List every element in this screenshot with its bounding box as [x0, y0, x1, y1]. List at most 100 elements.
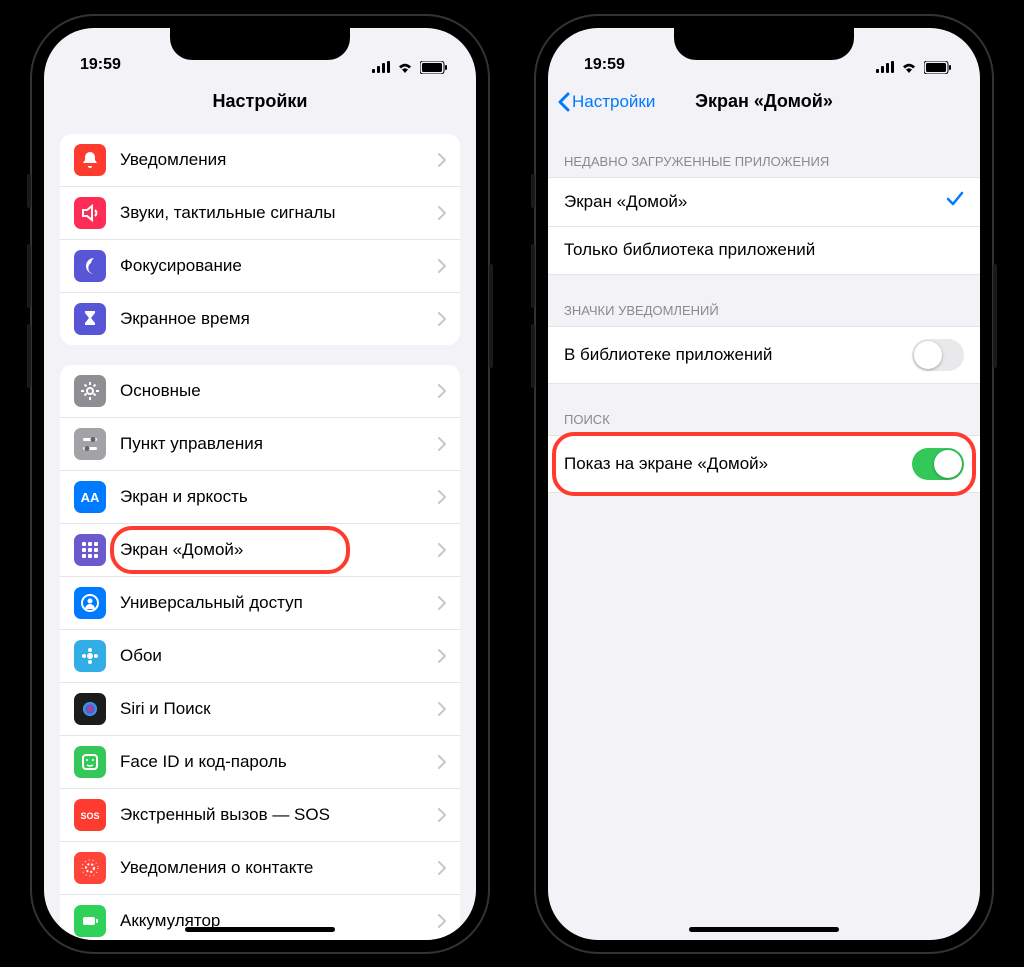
exposure-icon [74, 852, 106, 884]
row-faceid[interactable]: Face ID и код-пароль [60, 735, 460, 788]
section-header: ЗНАЧКИ УВЕДОМЛЕНИЙ [548, 275, 980, 326]
row-focus[interactable]: Фокусирование [60, 239, 460, 292]
chevron-right-icon [438, 755, 446, 769]
notch [170, 28, 350, 60]
row-label: Пункт управления [120, 434, 438, 454]
section-group: Показ на экране «Домой» [548, 435, 980, 493]
nav-bar: Настройки [44, 78, 476, 126]
home-indicator[interactable] [185, 927, 335, 932]
chevron-right-icon [438, 596, 446, 610]
back-button[interactable]: Настройки [558, 92, 655, 112]
row-label: Звуки, тактильные сигналы [120, 203, 438, 223]
chevron-right-icon [438, 259, 446, 273]
row-label: Экстренный вызов — SOS [120, 805, 438, 825]
chevron-right-icon [438, 437, 446, 451]
sos-icon: SOS [74, 799, 106, 831]
wallpaper-icon [74, 640, 106, 672]
chevron-right-icon [438, 490, 446, 504]
wifi-icon [396, 61, 414, 73]
row-accessibility[interactable]: Универсальный доступ [60, 576, 460, 629]
page-title: Экран «Домой» [695, 91, 833, 112]
battery-icon [924, 61, 952, 74]
chevron-right-icon [438, 206, 446, 220]
wifi-icon [900, 61, 918, 73]
row-general[interactable]: Основные [60, 365, 460, 417]
row-sounds[interactable]: Звуки, тактильные сигналы [60, 186, 460, 239]
row-label: Face ID и код-пароль [120, 752, 438, 772]
row-exposure[interactable]: Уведомления о контакте [60, 841, 460, 894]
homescreen-icon [74, 534, 106, 566]
row-search-home[interactable]: Показ на экране «Домой» [548, 436, 980, 492]
faceid-icon [74, 746, 106, 778]
control-icon [74, 428, 106, 460]
row-label: Только библиотека приложений [564, 240, 964, 260]
row-homescreen[interactable]: Экран «Домой» [60, 523, 460, 576]
row-opt-lib[interactable]: Только библиотека приложений [548, 226, 980, 274]
focus-icon [74, 250, 106, 282]
row-label: Уведомления [120, 150, 438, 170]
section-group: Экран «Домой» Только библиотека приложени… [548, 177, 980, 275]
settings-group: Основные Пункт управления AA Экран и яркост… [60, 365, 460, 940]
battery-icon [74, 905, 106, 937]
row-wallpaper[interactable]: Обои [60, 629, 460, 682]
cellular-icon [372, 61, 390, 73]
accessibility-icon [74, 587, 106, 619]
cellular-icon [876, 61, 894, 73]
section-group: В библиотеке приложений [548, 326, 980, 384]
notch [674, 28, 854, 60]
home-indicator[interactable] [689, 927, 839, 932]
row-opt-home[interactable]: Экран «Домой» [548, 178, 980, 226]
row-label: Обои [120, 646, 438, 666]
chevron-right-icon [438, 702, 446, 716]
sounds-icon [74, 197, 106, 229]
row-label: Универсальный доступ [120, 593, 438, 613]
section-header: ПОИСК [548, 384, 980, 435]
chevron-right-icon [438, 543, 446, 557]
chevron-right-icon [438, 649, 446, 663]
row-label: Показ на экране «Домой» [564, 454, 912, 474]
toggle-badges-lib[interactable] [912, 339, 964, 371]
status-time: 19:59 [80, 56, 121, 74]
row-label: Siri и Поиск [120, 699, 438, 719]
row-label: Уведомления о контакте [120, 858, 438, 878]
section-header: НЕДАВНО ЗАГРУЖЕННЫЕ ПРИЛОЖЕНИЯ [548, 126, 980, 177]
row-label: Экран и яркость [120, 487, 438, 507]
chevron-right-icon [438, 861, 446, 875]
general-icon [74, 375, 106, 407]
row-control[interactable]: Пункт управления [60, 417, 460, 470]
status-time: 19:59 [584, 56, 625, 74]
row-siri[interactable]: Siri и Поиск [60, 682, 460, 735]
notifications-icon [74, 144, 106, 176]
toggle-search-home[interactable] [912, 448, 964, 480]
screentime-icon [74, 303, 106, 335]
siri-icon [74, 693, 106, 725]
battery-icon [420, 61, 448, 74]
row-label: Основные [120, 381, 438, 401]
phone-left: 19:59 Настройки Уведомления Звуки, тактил… [30, 14, 490, 954]
row-screentime[interactable]: Экранное время [60, 292, 460, 345]
row-label: Экран «Домой» [564, 192, 946, 212]
chevron-right-icon [438, 914, 446, 928]
phone-right: 19:59 Настройки Экран «Домой» НЕДАВНО ЗА… [534, 14, 994, 954]
chevron-right-icon [438, 312, 446, 326]
row-notifications[interactable]: Уведомления [60, 134, 460, 186]
row-label: Фокусирование [120, 256, 438, 276]
home-screen-settings[interactable]: НЕДАВНО ЗАГРУЖЕННЫЕ ПРИЛОЖЕНИЯЭкран «Дом… [548, 126, 980, 940]
row-badges-lib[interactable]: В библиотеке приложений [548, 327, 980, 383]
nav-bar: Настройки Экран «Домой» [548, 78, 980, 126]
row-sos[interactable]: SOS Экстренный вызов — SOS [60, 788, 460, 841]
row-label: В библиотеке приложений [564, 345, 912, 365]
svg-text:AA: AA [81, 490, 100, 505]
display-icon: AA [74, 481, 106, 513]
checkmark-icon [946, 191, 964, 212]
chevron-right-icon [438, 153, 446, 167]
settings-list[interactable]: Уведомления Звуки, тактильные сигналы Фоку… [44, 126, 476, 940]
back-label: Настройки [572, 92, 655, 112]
svg-text:SOS: SOS [80, 811, 99, 821]
row-label: Экранное время [120, 309, 438, 329]
row-battery[interactable]: Аккумулятор [60, 894, 460, 940]
row-display[interactable]: AA Экран и яркость [60, 470, 460, 523]
page-title: Настройки [213, 91, 308, 112]
row-label: Экран «Домой» [120, 540, 438, 560]
chevron-right-icon [438, 808, 446, 822]
